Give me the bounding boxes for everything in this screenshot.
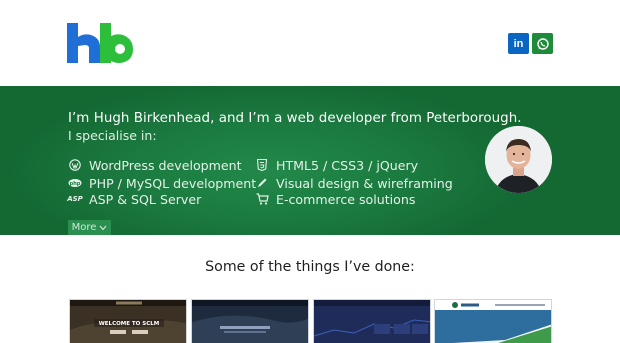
site-header: in (0, 0, 620, 86)
thumb-heading: WELCOME TO SCLM (99, 321, 160, 327)
whatsapp-button[interactable] (532, 33, 553, 54)
skill-label: HTML5 / CSS3 / jQuery (276, 157, 419, 173)
skill-item: ASP ASP & SQL Server (67, 191, 202, 207)
cart-icon (255, 192, 269, 206)
skill-label: Visual design & wireframing (276, 175, 453, 191)
pencil-icon (255, 176, 269, 190)
html5-icon (255, 158, 269, 172)
wordpress-icon (68, 158, 82, 172)
linkedin-button[interactable]: in (508, 33, 529, 54)
portfolio-thumb[interactable]: WELCOME TO SCLM (69, 299, 187, 343)
skill-item: WordPress development (68, 157, 242, 173)
whatsapp-icon (536, 37, 549, 50)
more-label: More (71, 222, 97, 233)
skill-label: ASP & SQL Server (89, 191, 202, 207)
skill-label: PHP / MySQL development (89, 175, 257, 191)
portfolio-thumb[interactable] (313, 299, 431, 343)
hero-title: I’m Hugh Birkenhead, and I’m a web devel… (68, 111, 522, 126)
portfolio-thumb[interactable] (434, 299, 552, 343)
avatar (485, 126, 552, 193)
more-button[interactable]: More (68, 220, 111, 235)
skill-item: php PHP / MySQL development (68, 175, 256, 191)
skill-label: E-commerce solutions (276, 191, 416, 207)
skill-item: HTML5 / CSS3 / jQuery (255, 157, 418, 173)
asp-icon: ASP (67, 195, 83, 203)
portfolio-thumb[interactable] (191, 299, 309, 343)
skill-item: Visual design & wireframing (255, 175, 453, 191)
portfolio-title: Some of the things I’ve done: (205, 259, 415, 275)
skill-label: WordPress development (89, 157, 242, 173)
linkedin-icon: in (513, 37, 524, 50)
php-icon: php (68, 176, 82, 190)
svg-text:php: php (70, 181, 81, 187)
chevron-down-icon (99, 225, 107, 230)
logo[interactable] (67, 23, 133, 63)
hero-subtitle: I specialise in: (68, 128, 157, 143)
skill-item: E-commerce solutions (255, 191, 415, 207)
hero-banner: I’m Hugh Birkenhead, and I’m a web devel… (0, 86, 620, 235)
